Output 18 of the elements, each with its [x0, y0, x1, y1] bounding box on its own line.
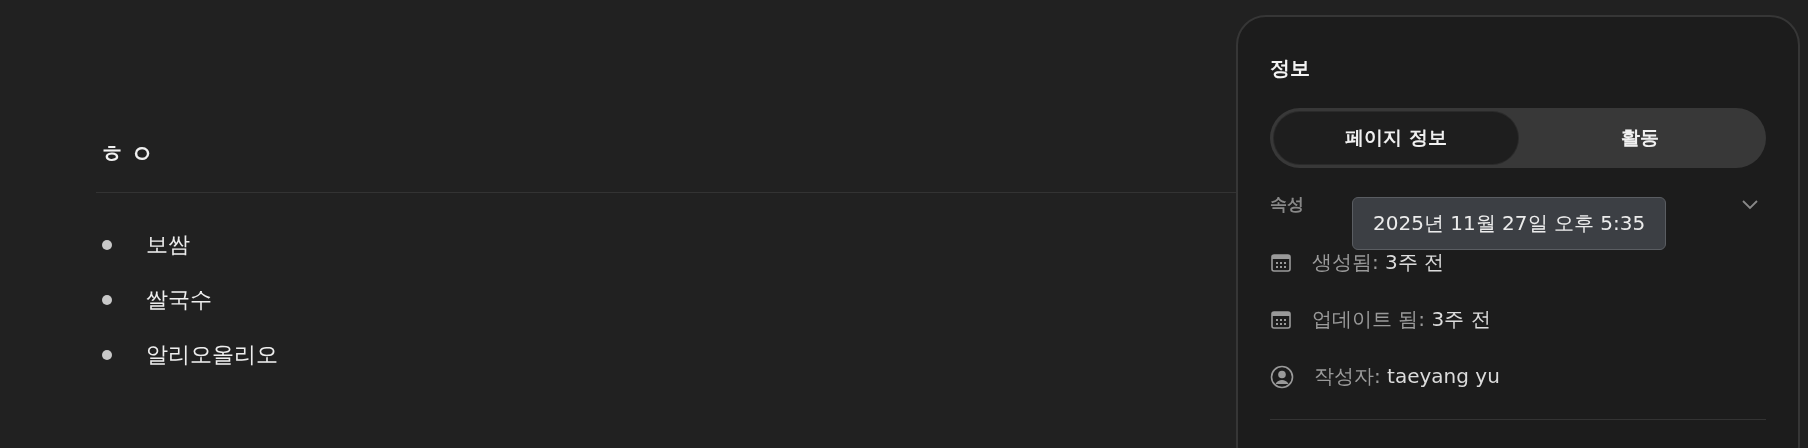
property-text: 업데이트 됨: 3주 전	[1312, 306, 1491, 333]
list-item: 보쌈	[146, 230, 190, 259]
section-label: 속성	[1270, 192, 1304, 216]
bullet-icon	[102, 239, 112, 250]
calendar-icon	[1270, 251, 1292, 274]
property-text: 작성자: taeyang yu	[1314, 363, 1500, 390]
list-item: 알리오올리오	[146, 340, 278, 369]
list-item: 쌀국수	[146, 285, 212, 314]
panel-title: 정보	[1270, 55, 1310, 82]
page-heading: ㅎㅇ	[100, 139, 160, 170]
bullet-icon	[102, 294, 112, 305]
tooltip: 2025년 11월 27일 오후 5:35	[1352, 197, 1667, 250]
calendar-icon	[1270, 308, 1292, 331]
bullet-icon	[102, 349, 112, 360]
property-text: 생성됨: 3주 전	[1312, 249, 1445, 276]
tab[interactable]: 페이지 정보	[1274, 112, 1518, 164]
tab[interactable]: 활동	[1518, 112, 1762, 164]
user-icon	[1270, 364, 1294, 389]
